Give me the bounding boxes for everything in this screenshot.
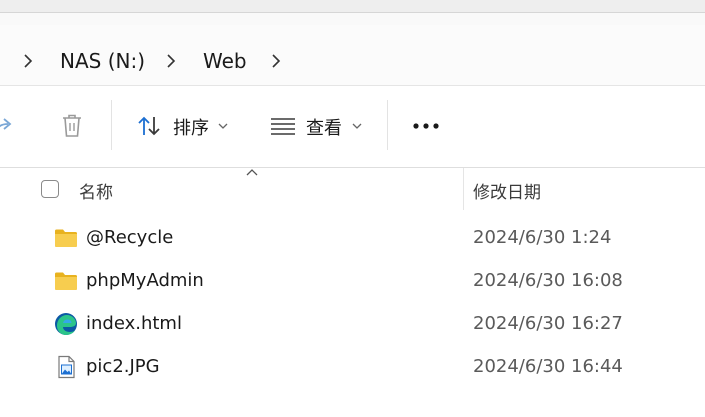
chevron-down-icon (352, 123, 362, 129)
file-name: phpMyAdmin (86, 270, 204, 291)
toolbar-separator (387, 100, 388, 150)
file-row[interactable]: pic2.JPG 2024/6/30 16:44 (0, 345, 705, 388)
column-modified-header[interactable]: 修改日期 (473, 178, 541, 203)
sort-ascending-icon (246, 169, 258, 176)
breadcrumb-item-web[interactable]: Web (203, 49, 247, 73)
address-bar: NAS (N:) Web (0, 13, 705, 86)
view-list-icon (271, 118, 295, 135)
column-name-header[interactable]: 名称 (79, 178, 113, 203)
toolbar-separator (111, 100, 112, 150)
folder-icon (55, 272, 77, 290)
command-bar: 排序 查看 (0, 86, 705, 168)
image-file-icon (58, 355, 75, 379)
trash-icon (63, 114, 81, 137)
view-button[interactable]: 查看 (262, 86, 372, 167)
sort-label: 排序 (173, 118, 209, 139)
breadcrumb[interactable]: NAS (N:) Web (0, 25, 705, 86)
share-button[interactable] (0, 86, 20, 167)
sort-arrows-icon (138, 116, 160, 136)
delete-button[interactable] (52, 86, 92, 167)
breadcrumb-item-nas[interactable]: NAS (N:) (60, 49, 145, 73)
more-options-button[interactable] (404, 86, 448, 167)
chevron-right-icon[interactable] (166, 54, 176, 68)
sort-button[interactable]: 排序 (130, 86, 240, 167)
file-name: @Recycle (86, 227, 174, 248)
chevron-right-icon[interactable] (23, 54, 33, 68)
file-row[interactable]: @Recycle 2024/6/30 1:24 (0, 216, 705, 259)
view-label: 查看 (306, 118, 342, 139)
file-modified-date: 2024/6/30 16:27 (473, 313, 623, 334)
file-modified-date: 2024/6/30 1:24 (473, 227, 612, 248)
select-all-checkbox[interactable] (41, 180, 59, 198)
more-dots-icon (413, 123, 439, 129)
file-name: index.html (86, 313, 182, 334)
file-row[interactable]: phpMyAdmin 2024/6/30 16:08 (0, 259, 705, 302)
edge-html-icon (55, 313, 77, 335)
file-row[interactable]: index.html 2024/6/30 16:27 (0, 302, 705, 345)
folder-icon (55, 229, 77, 247)
window-top-strip (0, 0, 705, 13)
file-name: pic2.JPG (86, 356, 160, 377)
column-header: 名称 修改日期 (0, 168, 705, 210)
chevron-down-icon (218, 123, 228, 129)
file-modified-date: 2024/6/30 16:44 (473, 356, 623, 377)
share-icon (0, 118, 12, 130)
chevron-right-icon[interactable] (271, 54, 281, 68)
file-modified-date: 2024/6/30 16:08 (473, 270, 623, 291)
column-divider[interactable] (463, 168, 464, 210)
